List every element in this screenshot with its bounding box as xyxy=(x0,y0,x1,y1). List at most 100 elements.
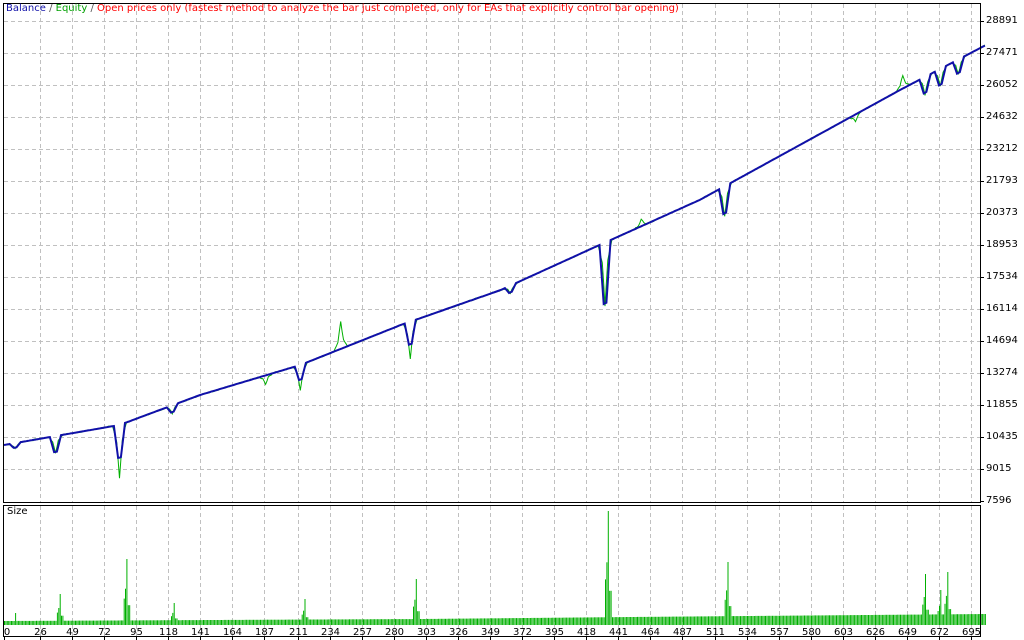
size-bar xyxy=(972,614,974,625)
size-bar xyxy=(968,614,970,625)
size-bar xyxy=(958,614,960,625)
size-bar xyxy=(109,620,111,625)
x-tick-label: 72 xyxy=(98,627,111,638)
size-bar xyxy=(425,619,427,625)
size-bar xyxy=(574,617,576,625)
size-bar xyxy=(901,614,903,625)
size-bar xyxy=(683,616,684,625)
size-bar xyxy=(738,616,740,625)
size-bar xyxy=(744,616,746,625)
size-bar xyxy=(349,619,350,625)
size-bar xyxy=(260,619,261,625)
chart-legend: Balance / Equity / Open prices only (fas… xyxy=(6,3,679,14)
size-bar xyxy=(582,617,584,625)
size-bar xyxy=(969,614,971,625)
size-bar xyxy=(79,620,81,625)
size-bar xyxy=(689,616,691,625)
size-bar xyxy=(852,615,854,625)
size-bar xyxy=(107,620,108,625)
size-bar xyxy=(674,616,676,625)
size-bar xyxy=(766,615,768,625)
size-bar xyxy=(435,618,437,625)
size-bar xyxy=(514,618,516,625)
size-bar xyxy=(639,616,641,625)
size-bar xyxy=(816,615,818,625)
size-bar xyxy=(513,618,515,625)
size-bar xyxy=(324,619,325,625)
size-bar xyxy=(497,618,499,625)
size-bar xyxy=(861,615,862,625)
size-bar xyxy=(826,615,828,625)
size-bar xyxy=(151,620,153,625)
size-bar xyxy=(541,617,542,625)
size-bar xyxy=(343,619,345,625)
size-bar xyxy=(568,617,570,625)
size-bar xyxy=(125,588,126,625)
size-bar xyxy=(162,620,164,625)
size-bar xyxy=(465,618,467,625)
size-bar xyxy=(385,619,387,625)
size-bar xyxy=(755,615,757,625)
size-bar xyxy=(262,619,264,625)
size-bar xyxy=(837,615,839,625)
size-bar xyxy=(478,618,480,625)
size-bar xyxy=(346,619,348,625)
size-bar xyxy=(872,615,874,625)
size-bar xyxy=(168,620,170,625)
size-bar xyxy=(411,619,413,625)
size-bar xyxy=(624,617,626,625)
size-bar xyxy=(802,615,804,625)
size-bar xyxy=(283,619,285,625)
size-bar xyxy=(817,615,819,625)
size-bar xyxy=(118,620,120,625)
size-bar xyxy=(571,617,573,625)
size-bar xyxy=(300,619,302,625)
size-bar xyxy=(798,615,800,625)
size-bar xyxy=(925,574,926,625)
size-bar xyxy=(808,615,810,625)
size-bar xyxy=(372,619,374,625)
size-bar xyxy=(589,617,591,625)
size-bar xyxy=(325,619,327,625)
size-bar xyxy=(602,617,604,625)
size-bar xyxy=(152,620,154,625)
y-tick-label: 10435 xyxy=(986,431,1018,442)
size-bar xyxy=(145,620,147,625)
size-bar xyxy=(855,615,857,625)
size-bar xyxy=(652,616,654,625)
size-bar xyxy=(241,619,243,625)
size-bar xyxy=(265,619,267,625)
size-bar xyxy=(368,619,370,625)
size-bar xyxy=(747,616,748,625)
size-bar xyxy=(555,617,556,625)
size-bar xyxy=(68,620,69,625)
size-bar xyxy=(507,618,509,625)
size-bar xyxy=(194,620,196,625)
size-bar xyxy=(504,618,506,625)
size-bar xyxy=(965,614,967,625)
y-tick-label: 20373 xyxy=(986,207,1018,218)
size-bar xyxy=(271,619,273,625)
size-bar xyxy=(911,614,913,625)
size-bar xyxy=(189,620,190,625)
size-bar xyxy=(745,616,747,625)
size-bar xyxy=(897,614,899,625)
y-tick-label: 13274 xyxy=(986,367,1018,378)
size-bar xyxy=(230,619,232,625)
x-tick-label: 487 xyxy=(672,627,693,638)
size-bar xyxy=(646,616,648,625)
size-bar xyxy=(848,615,850,625)
size-bar xyxy=(623,617,625,625)
size-bar xyxy=(947,572,949,625)
size-bar xyxy=(774,615,776,625)
size-bar xyxy=(951,614,953,625)
size-bar xyxy=(591,617,593,625)
size-bar xyxy=(727,562,729,625)
size-bar xyxy=(436,618,438,625)
size-bar xyxy=(203,620,204,625)
size-bar xyxy=(715,616,716,625)
size-bar xyxy=(535,617,537,625)
size-bar xyxy=(350,619,352,625)
y-tick-label: 11855 xyxy=(986,399,1018,410)
size-bar xyxy=(834,615,836,625)
